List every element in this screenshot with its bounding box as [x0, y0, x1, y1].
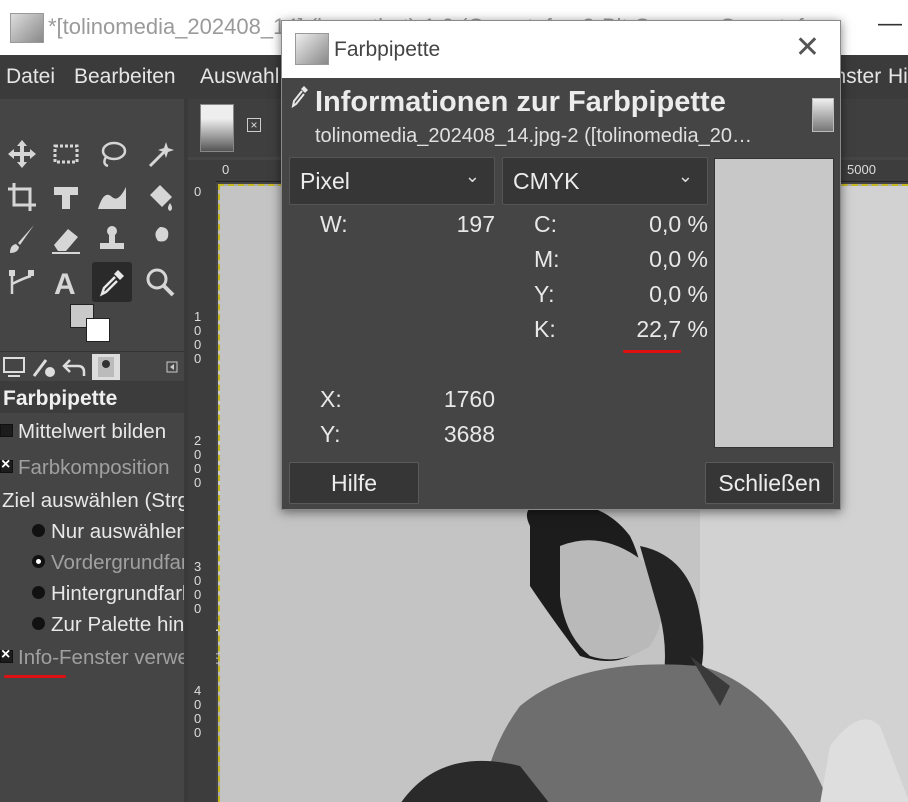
- dock-tabs: [0, 351, 186, 381]
- sample-average-checkbox[interactable]: [0, 424, 13, 437]
- sampled-color-swatch: [714, 158, 834, 448]
- svg-text:A: A: [54, 268, 76, 298]
- background-color[interactable]: [86, 318, 110, 342]
- ruler-label: 2000: [194, 433, 202, 490]
- vertical-ruler[interactable]: 0 1000 2000 3000 4000: [188, 182, 216, 802]
- y-pos-label: Y:: [320, 421, 341, 447]
- gimp-dialog-icon: [295, 33, 329, 65]
- ruler-label: 4000: [194, 683, 202, 740]
- dialog-titlebar: Farbpipette ✕: [282, 21, 840, 78]
- paths-icon[interactable]: [2, 262, 42, 302]
- dialog-header-title: Informationen zur Farbpipette: [315, 86, 726, 118]
- y-cmyk-label: Y:: [534, 281, 555, 307]
- warp-transform-icon[interactable]: [92, 177, 132, 217]
- bucket-fill-icon[interactable]: [140, 177, 180, 217]
- move-tool-icon[interactable]: [2, 134, 42, 174]
- color-picker-tool-icon[interactable]: [92, 262, 132, 302]
- target-radio[interactable]: [32, 586, 45, 599]
- w-value: 197: [456, 211, 495, 237]
- close-button[interactable]: Schließen: [705, 462, 834, 504]
- sample-average-label: Mittelwert bilden: [18, 420, 167, 443]
- x-pos-value: 1760: [443, 386, 495, 412]
- dialog-header-subtitle: tolinomedia_202408_14.jpg-2 ([tolinomedi…: [315, 125, 752, 147]
- sample-merged-checkbox[interactable]: [0, 456, 13, 474]
- paintbrush-icon[interactable]: [2, 219, 42, 259]
- image-tab-close-icon[interactable]: ×: [247, 118, 261, 132]
- eraser-icon[interactable]: [46, 219, 86, 259]
- dialog-title: Farbpipette: [334, 38, 441, 61]
- chevron-down-icon: ⌄: [677, 166, 693, 186]
- ruler-label: 1000: [194, 309, 202, 366]
- zoom-icon[interactable]: [140, 262, 180, 302]
- info-window-checkbox[interactable]: [0, 646, 13, 664]
- gimp-app-icon: [10, 13, 44, 43]
- x-pos-label: X:: [320, 386, 342, 412]
- target-radio[interactable]: [32, 555, 45, 568]
- highlight-underline: [4, 675, 66, 678]
- rect-select-icon[interactable]: [46, 134, 86, 174]
- menu-auswahl[interactable]: Auswahl: [200, 65, 279, 89]
- ruler-label: 5000: [847, 162, 876, 177]
- ruler-label: 0: [222, 162, 230, 177]
- tool-options-tab-icon[interactable]: [0, 354, 28, 380]
- lasso-icon[interactable]: [92, 134, 132, 174]
- images-tab-icon[interactable]: [92, 354, 120, 380]
- y-cmyk-value: 0,0 %: [649, 281, 708, 307]
- dock-menu-icon[interactable]: [162, 354, 182, 380]
- k-value: 22,7 %: [636, 316, 708, 342]
- pixel-mode-dropdown[interactable]: Pixel ⌄: [289, 157, 495, 205]
- target-background[interactable]: Hintergrundfarbe: [32, 582, 205, 606]
- color-picker-dialog: Farbpipette ✕ Informationen zur Farbpipe…: [281, 20, 841, 510]
- sample-average-option[interactable]: Mittelwert bilden: [0, 420, 166, 444]
- c-label: C:: [534, 211, 557, 237]
- m-value: 0,0 %: [649, 246, 708, 272]
- help-button[interactable]: Hilfe: [289, 462, 419, 504]
- eyedropper-icon: [291, 86, 308, 109]
- minimize-button[interactable]: —: [878, 10, 902, 40]
- tool-options-title: Farbpipette: [0, 381, 186, 413]
- image-tab-thumbnail[interactable]: [200, 104, 234, 152]
- ruler-label: 3000: [194, 559, 202, 616]
- m-label: M:: [534, 246, 560, 272]
- smudge-icon[interactable]: [140, 219, 180, 259]
- fuzzy-select-icon[interactable]: [140, 134, 180, 174]
- crop-icon[interactable]: [2, 177, 42, 217]
- undo-history-tab-icon[interactable]: [60, 354, 88, 380]
- target-pick-only[interactable]: Nur auswählen: [32, 520, 188, 544]
- k-label: K:: [534, 316, 556, 342]
- w-label: W:: [320, 211, 348, 237]
- chevron-down-icon: ⌄: [464, 166, 480, 186]
- device-status-tab-icon[interactable]: [30, 354, 58, 380]
- pixel-mode-value: Pixel: [300, 168, 350, 194]
- toolbox: A Farbpipette Mittelwert bilden Farbkomp: [0, 99, 257, 802]
- dialog-header: Informationen zur Farbpipette tolinomedi…: [282, 78, 840, 156]
- cmyk-mode-value: CMYK: [513, 168, 580, 194]
- unified-transform-icon[interactable]: [46, 177, 86, 217]
- menu-bearbeiten[interactable]: Bearbeiten: [74, 65, 176, 89]
- c-value: 0,0 %: [649, 211, 708, 237]
- menu-datei[interactable]: Datei: [6, 65, 55, 89]
- image-thumbnail: [812, 98, 834, 132]
- menu-hilfe[interactable]: Hilfe: [888, 65, 908, 89]
- k-value-underline: [623, 350, 681, 353]
- clone-icon[interactable]: [92, 219, 132, 259]
- target-radio[interactable]: [32, 617, 45, 630]
- ruler-label: 0: [194, 184, 202, 199]
- target-label-0: Nur auswählen: [51, 520, 188, 543]
- target-label-2: Hintergrundfarbe: [51, 582, 205, 605]
- target-radio[interactable]: [32, 524, 45, 537]
- sample-merged-label: Farbkomposition: [18, 456, 170, 479]
- ruler-corner[interactable]: [188, 160, 216, 182]
- dialog-close-icon[interactable]: ✕: [795, 33, 820, 63]
- text-tool-icon[interactable]: A: [46, 262, 86, 302]
- sample-merged-option[interactable]: Farbkomposition: [0, 456, 170, 480]
- y-pos-value: 3688: [443, 421, 495, 447]
- cmyk-mode-dropdown[interactable]: CMYK ⌄: [502, 157, 708, 205]
- target-label: Ziel auswählen (Strg): [2, 489, 196, 512]
